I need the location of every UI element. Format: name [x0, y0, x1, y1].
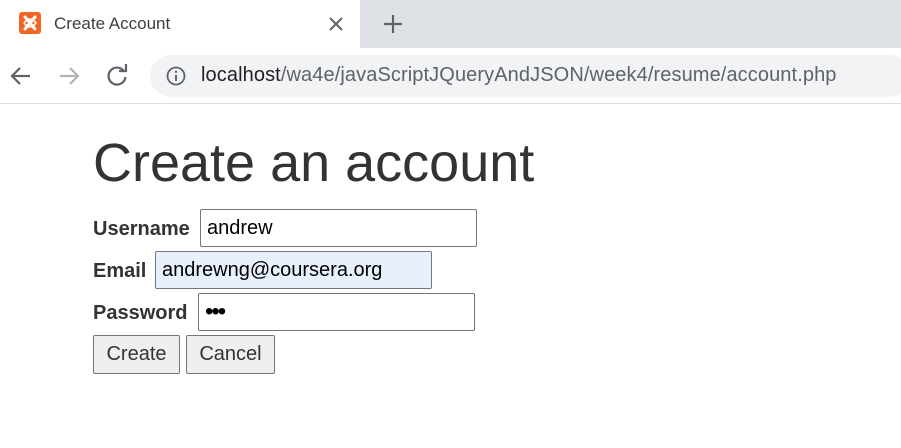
password-input[interactable] [198, 293, 475, 331]
browser-toolbar: localhost/wa4e/javaScriptJQueryAndJSON/w… [0, 48, 901, 104]
username-input[interactable] [200, 209, 477, 247]
close-icon[interactable] [325, 13, 347, 35]
tab-strip: Create Account [0, 0, 901, 48]
create-button[interactable]: Create [93, 335, 180, 374]
reload-icon[interactable] [103, 62, 131, 90]
page-title: Create an account [93, 133, 535, 193]
address-bar[interactable]: localhost/wa4e/javaScriptJQueryAndJSON/w… [150, 55, 901, 97]
tab-title: Create Account [54, 14, 171, 33]
xampp-icon [19, 12, 41, 34]
arrow-right-icon[interactable] [55, 62, 83, 90]
tab-create-account[interactable]: Create Account [0, 0, 360, 48]
arrow-left-icon[interactable] [7, 62, 35, 90]
email-label: Email [93, 260, 147, 282]
address-url[interactable]: localhost/wa4e/javaScriptJQueryAndJSON/w… [201, 64, 837, 87]
plus-icon[interactable] [381, 12, 405, 36]
url-host: localhost [201, 64, 281, 86]
email-input[interactable] [155, 251, 432, 289]
url-path: /wa4e/javaScriptJQueryAndJSON/week4/resu… [280, 64, 837, 86]
password-label: Password [93, 302, 188, 324]
cancel-button[interactable]: Cancel [186, 335, 275, 374]
username-label: Username [93, 218, 190, 240]
info-icon[interactable] [166, 66, 186, 86]
